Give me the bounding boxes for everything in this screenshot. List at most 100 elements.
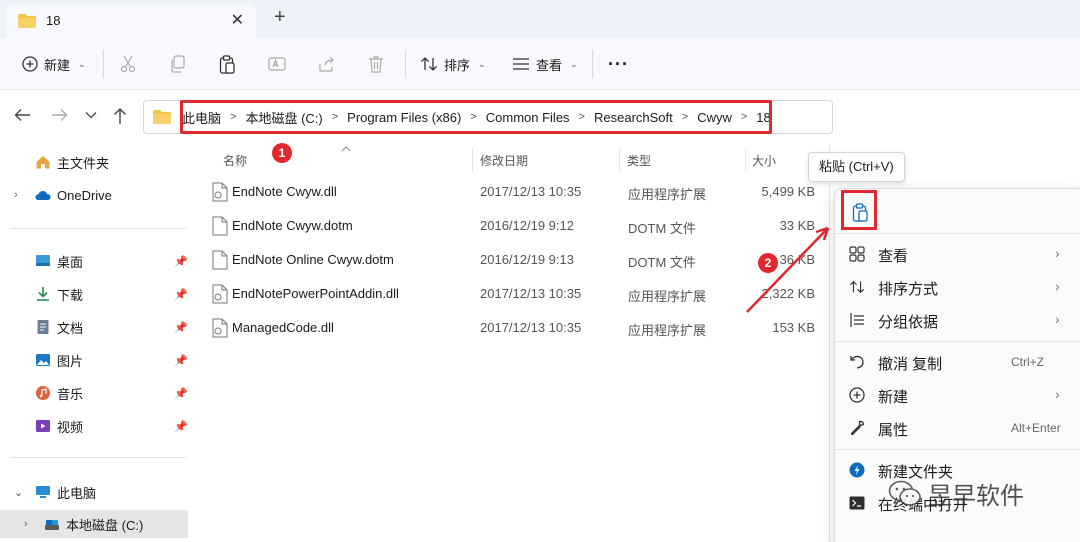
column-header-date[interactable]: 修改日期 [480,152,528,169]
file-date: 2017/12/13 10:35 [480,286,582,301]
plus-circle-icon [22,56,38,72]
sidebar-item-documents[interactable]: 文档 [0,313,190,341]
file-type: 应用程序扩展 [628,289,707,304]
more-options-button[interactable]: ··· [608,52,629,76]
menu-item-properties[interactable]: 属性 Alt+Enter [835,412,1080,444]
recent-chevron-down-icon[interactable] [85,111,97,119]
divider [10,228,186,229]
chevron-right-icon: › [1055,311,1060,327]
paste-button[interactable] [219,52,236,76]
sidebar-item-onedrive[interactable]: › OneDrive [0,181,190,209]
table-row[interactable]: EndNote Cwyw.dotm 2016/12/19 9:12 DOTM 文… [210,210,825,242]
menu-item-new[interactable]: 新建 › [835,379,1080,411]
clipboard-icon [219,54,235,74]
sidebar-item-downloads[interactable]: 下载 [0,280,190,308]
chevron-right-icon[interactable]: › [24,518,44,530]
menu-item-label: 新建 [878,389,909,406]
file-type: 应用程序扩展 [628,323,707,338]
divider [405,50,406,78]
file-name: EndNote Cwyw.dll [232,184,337,199]
divider [592,50,593,78]
divider [10,457,186,458]
chevron-right-icon[interactable]: › [14,189,35,201]
group-list-icon [850,313,864,327]
music-icon [36,386,50,400]
column-divider[interactable] [745,148,746,172]
pin-icon: 📌 [174,256,188,268]
picture-icon [36,354,50,366]
menu-item-shortcut: Ctrl+Z [1011,355,1044,369]
table-row[interactable]: EndNotePowerPointAddin.dll 2017/12/13 10… [210,278,825,310]
table-row[interactable]: ManagedCode.dll 2017/12/13 10:35 应用程序扩展 … [210,312,825,344]
menu-item-view[interactable]: 查看 › [835,238,1080,270]
scissors-icon [120,55,136,73]
sidebar-item-videos[interactable]: 视频 [0,412,190,440]
table-row[interactable]: EndNote Online Cwyw.dotm 2016/12/19 9:13… [210,244,825,276]
sort-button[interactable]: 排序 ⌄ [420,52,486,76]
table-row[interactable]: EndNote Cwyw.dll 2017/12/13 10:35 应用程序扩展… [210,176,825,208]
view-label: 查看 [536,57,563,73]
document-file-icon [212,216,228,236]
forward-arrow-icon[interactable] [50,107,68,123]
view-lines-icon [513,58,529,70]
sidebar-item-local-disk[interactable]: › 本地磁盘 (C:) [0,510,188,538]
sidebar: 主文件夹 › OneDrive 桌面 📌 下载 📌 文档 📌 图片 📌 音乐 📌… [0,144,190,542]
column-header-size[interactable]: 大小 [752,152,776,169]
terminal-icon [849,496,865,510]
column-header-type[interactable]: 类型 [627,152,651,169]
paste-tooltip: 粘贴 (Ctrl+V) [808,152,905,182]
sidebar-item-label: 桌面 [57,254,84,270]
sort-icon [421,57,437,71]
back-arrow-icon[interactable] [14,107,32,123]
file-date: 2017/12/13 10:35 [480,184,582,199]
share-button[interactable] [318,52,336,76]
undo-icon [850,355,864,369]
cut-button[interactable] [120,52,136,76]
chevron-right-icon: › [1055,245,1060,261]
rename-icon [268,57,286,71]
sidebar-item-home[interactable]: 主文件夹 [0,148,190,176]
menu-item-label: 查看 [878,248,909,265]
column-divider[interactable] [472,148,473,172]
pin-icon: 📌 [174,322,188,334]
delete-button[interactable] [368,52,384,76]
column-header-name[interactable]: 名称 [223,152,247,169]
up-arrow-icon[interactable] [112,107,128,125]
dll-file-icon [212,182,228,202]
new-tab-button[interactable]: + [274,6,286,29]
menu-item-group-by[interactable]: 分组依据 › [835,304,1080,336]
annotation-highlight-address [180,100,772,134]
command-bar: 新建 ⌄ 排序 ⌄ 查看 ⌄ ··· [0,38,1080,90]
file-size: 153 KB [772,320,815,335]
new-button[interactable]: 新建 ⌄ [22,52,86,76]
sidebar-item-label: 音乐 [57,386,84,402]
file-type: DOTM 文件 [628,221,696,236]
copy-button[interactable] [170,52,186,76]
column-divider[interactable] [619,148,620,172]
sidebar-item-pictures[interactable]: 图片 [0,346,190,374]
sidebar-item-this-pc[interactable]: ⌄ 此电脑 [0,478,190,506]
download-icon [37,287,49,301]
scrollbar-track[interactable] [829,144,830,542]
file-size: 5,499 KB [761,184,816,199]
home-icon [36,156,50,169]
sidebar-item-music[interactable]: 音乐 [0,379,190,407]
menu-item-sort-by[interactable]: 排序方式 › [835,271,1080,303]
close-tab-icon[interactable]: ✕ [231,10,244,30]
file-name: ManagedCode.dll [232,320,334,335]
sidebar-item-desktop[interactable]: 桌面 [0,247,190,275]
menu-item-undo-copy[interactable]: 撤消 复制 Ctrl+Z [835,346,1080,378]
sidebar-item-label: 本地磁盘 (C:) [66,517,144,533]
dll-file-icon [212,284,228,304]
sidebar-item-label: 此电脑 [57,485,97,501]
document-file-icon [212,250,228,270]
pin-icon: 📌 [174,388,188,400]
tab-current[interactable]: 18 ✕ [6,4,256,38]
rename-button[interactable] [268,52,286,76]
view-button[interactable]: 查看 ⌄ [512,52,578,76]
chevron-down-icon[interactable]: ⌄ [14,486,35,499]
pin-icon: 📌 [174,355,188,367]
file-list: 名称 修改日期 类型 大小 EndNote Cwyw.dll 2017/12/1… [195,144,830,542]
grid-icon [849,246,865,262]
sidebar-item-label: 主文件夹 [57,155,110,171]
